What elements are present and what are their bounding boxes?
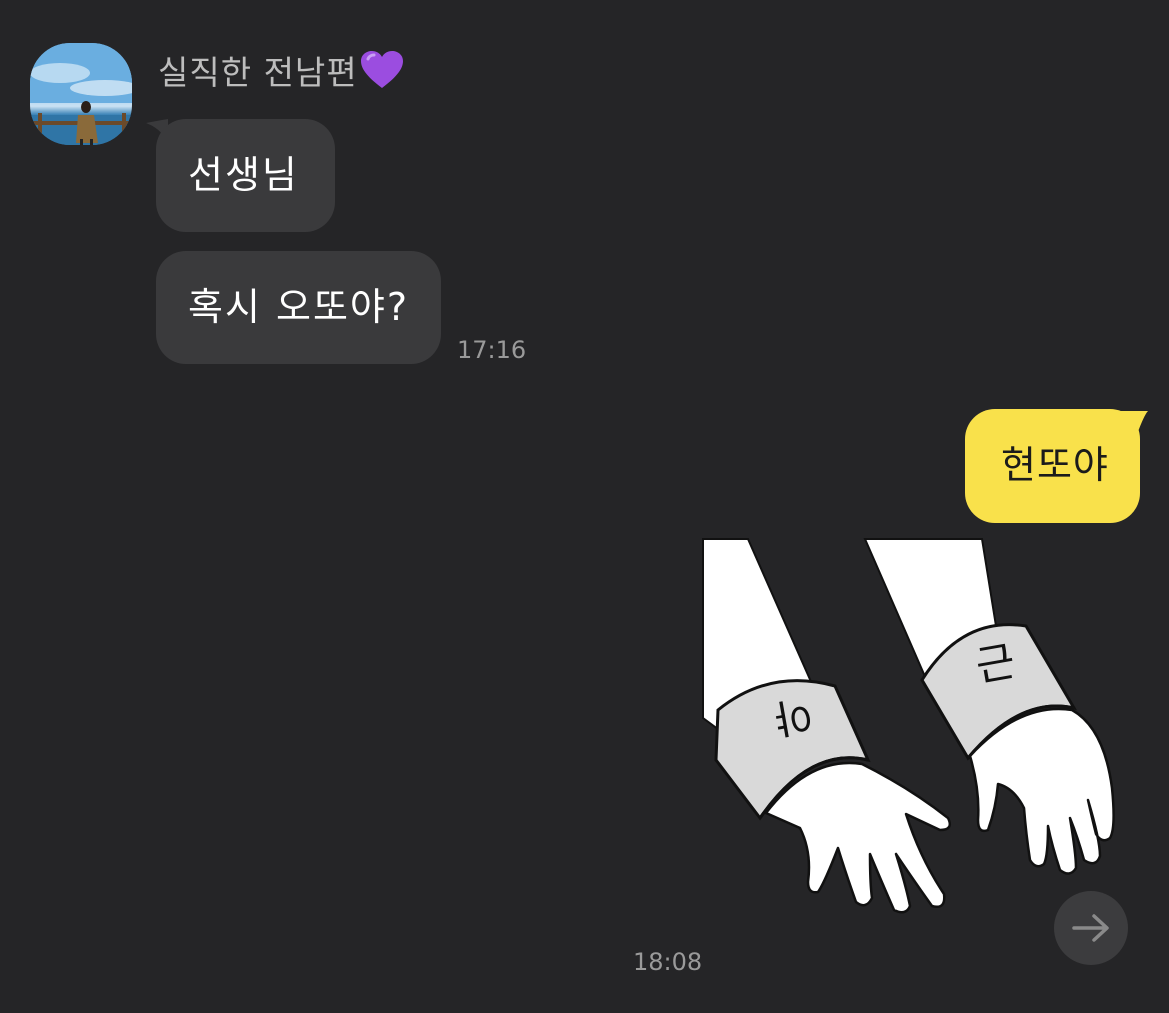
outgoing-bubble-tail — [1118, 411, 1148, 437]
message-text: 혹시 오또야? — [188, 285, 410, 329]
sender-name: 실직한 전남편 — [158, 50, 404, 99]
incoming-message-bubble[interactable]: 혹시 오또야? — [156, 251, 441, 364]
sender-name-text: 실직한 전남편 — [158, 53, 358, 92]
arrow-right-icon — [1072, 914, 1109, 942]
sticker-timestamp: 18:08 — [633, 948, 703, 976]
scroll-to-latest-button[interactable] — [1054, 891, 1128, 965]
hands-sticker[interactable]: 야 근 — [700, 538, 1130, 918]
chat-room: 실직한 전남편 선생님 혹시 오또야? 17:16 현또야 야 근 18:08 — [0, 0, 1169, 1013]
outgoing-message-bubble[interactable]: 현또야 — [965, 409, 1140, 523]
message-text: 선생님 — [188, 153, 299, 197]
avatar-photo — [30, 43, 132, 145]
sticker-cuff-label: 야 — [771, 690, 815, 742]
purple-heart-icon — [360, 50, 404, 99]
message-text: 현또야 — [1001, 443, 1109, 487]
message-timestamp: 17:16 — [457, 336, 527, 364]
sender-avatar[interactable] — [30, 43, 132, 145]
incoming-message-bubble[interactable]: 선생님 — [156, 119, 335, 232]
